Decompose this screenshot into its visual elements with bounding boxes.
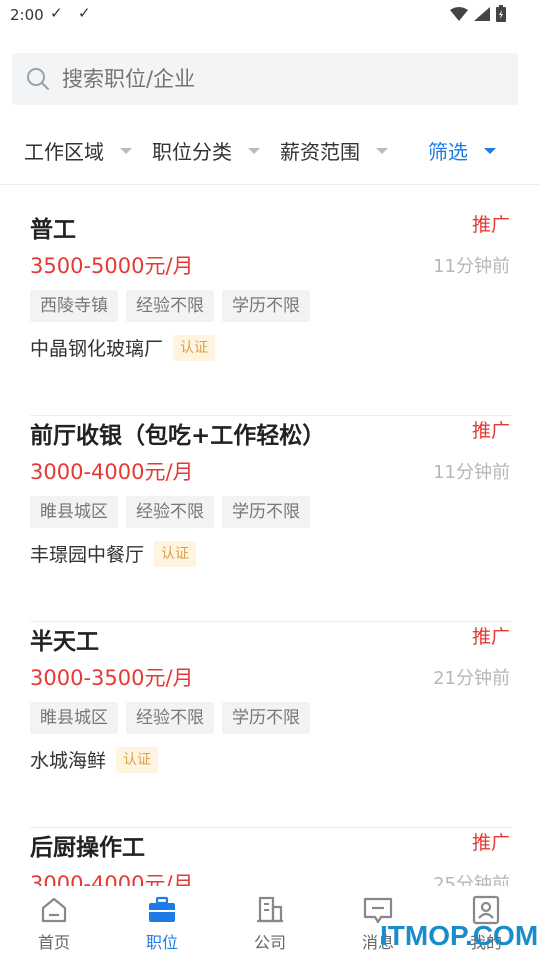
wifi-icon — [450, 6, 468, 21]
battery-icon — [496, 5, 506, 22]
tag-experience: 经验不限 — [126, 496, 214, 528]
dropdown-arrow-icon — [376, 147, 388, 154]
building-icon — [257, 896, 283, 923]
dropdown-arrow-icon — [248, 147, 260, 154]
job-title: 前厅收银（包吃+工作轻松） — [30, 423, 326, 449]
filter-bar: 工作区域 职位分类 薪资范围 筛选 — [0, 128, 540, 168]
status-icons — [450, 5, 506, 22]
company-row: 水城海鲜 认证 — [30, 746, 159, 773]
nav-company[interactable]: 公司 — [216, 886, 324, 960]
divider — [0, 184, 540, 185]
job-posted-time: 11分钟前 — [433, 462, 510, 483]
filter-job-category[interactable]: 职位分类 — [152, 136, 260, 165]
tag-location: 西陵寺镇 — [30, 290, 118, 322]
filter-label: 工作区域 — [24, 140, 104, 164]
status-bar: 2:00 ✓ ✓ — [0, 0, 540, 32]
job-posted-time: 11分钟前 — [433, 256, 510, 277]
job-tags: 睢县城区 经验不限 学历不限 — [30, 702, 310, 734]
filter-work-area[interactable]: 工作区域 — [24, 136, 132, 165]
promo-badge: 推广 — [471, 214, 510, 236]
promo-badge: 推广 — [471, 626, 510, 648]
tag-experience: 经验不限 — [126, 290, 214, 322]
job-tags: 睢县城区 经验不限 学历不限 — [30, 496, 310, 528]
job-salary: 3000-3500元/月 — [30, 666, 194, 690]
briefcase-icon — [149, 896, 175, 922]
home-icon — [41, 897, 67, 923]
nav-label: 公司 — [253, 933, 286, 952]
filter-more[interactable]: 筛选 — [428, 136, 496, 165]
tag-location: 睢县城区 — [30, 702, 118, 734]
company-name: 丰璟园中餐厅 — [30, 544, 145, 566]
dropdown-arrow-icon — [484, 147, 496, 154]
company-row: 丰璟园中餐厅 认证 — [30, 540, 197, 567]
job-title: 半天工 — [30, 629, 99, 655]
signal-icon — [474, 6, 490, 21]
job-posted-time: 21分钟前 — [433, 668, 510, 689]
job-salary: 3500-5000元/月 — [30, 254, 194, 278]
job-title: 后厨操作工 — [30, 835, 145, 861]
dropdown-arrow-icon — [120, 147, 132, 154]
job-salary: 3000-4000元/月 — [30, 872, 194, 886]
promo-badge: 推广 — [471, 420, 510, 442]
job-title: 普工 — [30, 217, 76, 243]
tag-education: 学历不限 — [222, 290, 310, 322]
nav-jobs[interactable]: 职位 — [108, 886, 216, 960]
search-icon — [27, 68, 49, 90]
tag-education: 学历不限 — [222, 702, 310, 734]
verified-badge: 认证 — [154, 540, 197, 567]
nav-label: 首页 — [37, 933, 70, 952]
status-time: 2:00 — [10, 6, 44, 24]
job-salary: 3000-4000元/月 — [30, 460, 194, 484]
verified-badge: 认证 — [173, 334, 216, 361]
job-card[interactable]: 前厅收银（包吃+工作轻松） 推广 3000-4000元/月 11分钟前 睢县城区… — [30, 416, 512, 622]
search-input[interactable] — [62, 67, 482, 91]
tag-location: 睢县城区 — [30, 496, 118, 528]
download-done-icon: ✓ — [50, 4, 63, 22]
job-tags: 西陵寺镇 经验不限 学历不限 — [30, 290, 310, 322]
job-posted-time: 25分钟前 — [433, 874, 510, 886]
job-card[interactable]: 半天工 推广 3000-3500元/月 21分钟前 睢县城区 经验不限 学历不限… — [30, 622, 512, 828]
filter-salary-range[interactable]: 薪资范围 — [280, 136, 388, 165]
filter-label: 筛选 — [428, 140, 468, 164]
filter-label: 薪资范围 — [280, 140, 360, 164]
job-card[interactable]: 普工 推广 3500-5000元/月 11分钟前 西陵寺镇 经验不限 学历不限 … — [30, 210, 512, 416]
company-row: 中晶钢化玻璃厂 认证 — [30, 334, 216, 361]
download-done-icon: ✓ — [78, 4, 91, 22]
company-name: 中晶钢化玻璃厂 — [30, 338, 164, 360]
tag-education: 学历不限 — [222, 496, 310, 528]
tag-experience: 经验不限 — [126, 702, 214, 734]
watermark: ITMOP.COM — [380, 920, 539, 951]
job-card[interactable]: 后厨操作工 推广 3000-4000元/月 25分钟前 — [30, 828, 512, 886]
nav-home[interactable]: 首页 — [0, 886, 108, 960]
search-bar[interactable] — [12, 53, 518, 105]
verified-badge: 认证 — [116, 746, 159, 773]
promo-badge: 推广 — [471, 832, 510, 854]
filter-label: 职位分类 — [152, 140, 232, 164]
nav-label: 职位 — [145, 933, 178, 952]
company-name: 水城海鲜 — [30, 750, 107, 772]
